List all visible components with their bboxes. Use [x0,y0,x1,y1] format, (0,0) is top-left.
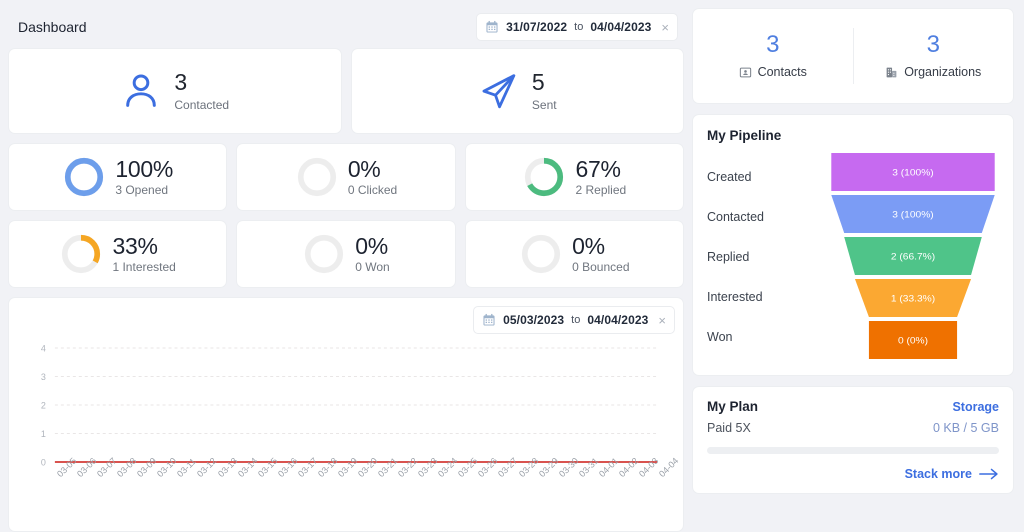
clear-date-range-button[interactable]: × [658,21,669,34]
svg-text:3: 3 [41,372,46,382]
svg-text:1: 1 [41,429,46,439]
pipeline-title: My Pipeline [707,128,782,143]
donut-card-replied[interactable]: 67% 2 Replied [464,143,684,211]
funnel-chart: 3 (100%) 3 (100%) 2 (66.7%) 1 (33.3%) 0 (0%) [827,149,999,361]
donut-label: 0 Won [355,259,390,274]
kpi-organizations[interactable]: 3 Organizations [854,33,1014,79]
svg-text:3 (100%): 3 (100%) [892,168,933,179]
donut-card-interested[interactable]: 33% 1 Interested [8,220,228,288]
date-range-end: 04/04/2023 [590,20,652,34]
chart-date-range-end: 04/04/2023 [587,313,649,327]
storage-usage: 0 KB / 5 GB [932,421,999,435]
plan-name: Paid 5X [707,421,751,435]
funnel-stage-label: Interested [707,290,763,304]
donut-label: 0 Bounced [572,259,630,274]
paper-plane-icon [482,74,516,109]
pipeline-funnel: Created Contacted Replied Interested Won… [707,149,999,361]
chart-header: 05/03/2023 to 04/04/2023 × [17,306,675,334]
person-icon [126,74,157,107]
donut-label: 2 Replied [575,182,627,197]
contact-card-icon [739,67,751,77]
big-stats-row: 3 Contacted 5 Sent [8,48,684,134]
arrow-right-icon [979,468,998,480]
building-icon [886,67,897,77]
activity-chart-card: 05/03/2023 to 04/04/2023 × 4 3 2 1 0 03-05 03… [8,297,684,532]
donut-label: 1 Interested [112,259,176,274]
donut-chart-bounced [522,234,561,274]
header-date-range-picker[interactable]: 31/07/2022 to 04/04/2023 × [476,13,678,41]
date-range-separator: to [574,21,584,33]
dashboard-page: Dashboard 31/07/2022 to 04/04/2023 × 3 C… [0,0,1024,532]
stat-label: Contacted [174,97,230,112]
donut-percent: 0% [572,232,605,259]
stack-more-button[interactable]: Stack more [707,467,999,481]
plan-title: My Plan [707,399,759,414]
svg-text:4: 4 [41,343,46,353]
svg-text:0: 0 [41,457,46,467]
stat-value: 5 [531,69,545,96]
donut-chart-won [305,234,344,274]
chart-date-range-separator: to [571,314,581,326]
stat-value: 3 [174,69,188,96]
svg-text:2: 2 [41,400,46,410]
svg-text:2 (66.7%): 2 (66.7%) [891,252,935,263]
stat-card-sent[interactable]: 5 Sent [350,48,684,134]
donut-card-won[interactable]: 0% 0 Won [236,220,456,288]
donut-label: 0 Clicked [347,182,398,197]
svg-text:0 (0%): 0 (0%) [898,336,928,347]
chart-clear-date-range-button[interactable]: × [655,314,666,327]
storage-link[interactable]: Storage [952,400,999,414]
funnel-stage-label: Contacted [707,210,764,224]
calendar-icon [486,20,498,33]
pipeline-card: My Pipeline Created Contacted Replied In… [692,114,1014,376]
donut-percent: 0% [355,232,388,259]
chart-date-range-start: 05/03/2023 [503,313,565,327]
donut-card-clicked[interactable]: 0% 0 Clicked [236,143,456,211]
donut-stats-row-2: 33% 1 Interested 0% 0 Won 0% 0 Bounced [8,220,684,288]
storage-progress-bar [707,447,999,454]
kpi-value: 3 [766,31,780,58]
donut-label: 3 Opened [115,182,169,197]
svg-text:1 (33.3%): 1 (33.3%) [891,294,935,305]
kpi-card: 3 Contacts 3 Organizations [692,8,1014,104]
stat-label: Sent [531,97,557,112]
donut-card-bounced[interactable]: 0% 0 Bounced [464,220,684,288]
date-range-start: 31/07/2022 [506,20,568,34]
donut-percent: 100% [115,155,173,182]
chart-x-axis-labels: 03-05 03-06 03-07 03-08 03-09 03-10 03-11 03-12… [55,456,680,516]
donut-stats-row-1: 100% 3 Opened 0% 0 Clicked 67% 2 Replied [8,143,684,211]
donut-chart-interested [62,234,101,274]
main-column: Dashboard 31/07/2022 to 04/04/2023 × 3 C… [0,0,692,532]
kpi-value: 3 [926,31,940,58]
donut-chart-replied [525,157,564,197]
funnel-stage-label: Created [707,170,752,184]
plan-card: My Plan Storage Paid 5X 0 KB / 5 GB Stac… [692,386,1014,494]
svg-text:3 (100%): 3 (100%) [892,210,933,221]
donut-card-opened[interactable]: 100% 3 Opened [8,143,228,211]
sidebar-column: 3 Contacts 3 Organizations My Pipeline C… [692,0,1024,532]
line-chart-plot: 4 3 2 1 0 [17,342,675,470]
donut-percent: 0% [347,155,381,182]
donut-chart-opened [65,157,104,197]
funnel-stage-label: Replied [707,250,750,264]
calendar-icon [483,313,495,326]
funnel-stage-label: Won [707,330,733,344]
page-title: Dashboard [18,19,87,35]
stack-more-label: Stack more [904,467,972,481]
donut-percent: 33% [112,232,158,259]
kpi-contacts[interactable]: 3 Contacts [693,33,853,79]
funnel-stage-names: Created Contacted Replied Interested Won [707,149,827,361]
donut-chart-clicked [297,157,336,197]
donut-percent: 67% [575,155,621,182]
kpi-label: Contacts [757,65,807,79]
chart-date-range-picker[interactable]: 05/03/2023 to 04/04/2023 × [473,306,675,334]
stat-card-contacted[interactable]: 3 Contacted [8,48,342,134]
kpi-label: Organizations [904,65,982,79]
page-header: Dashboard 31/07/2022 to 04/04/2023 × [8,8,684,46]
